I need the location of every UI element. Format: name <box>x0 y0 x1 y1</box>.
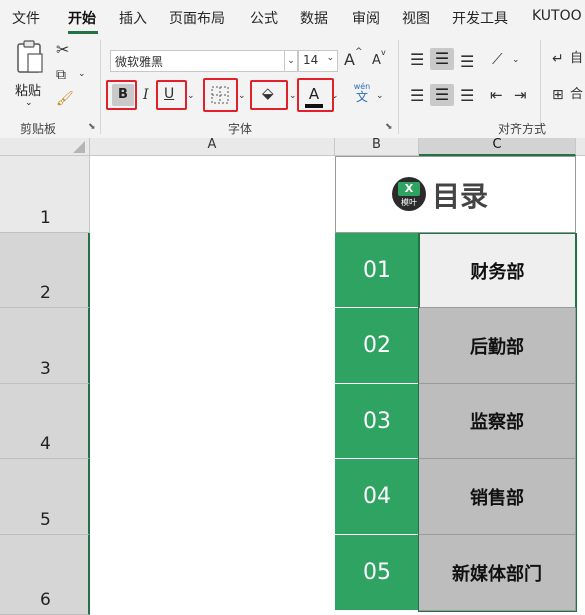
border-dropdown-icon[interactable]: ⌄ <box>238 92 246 101</box>
logo-bottom: 模叶 <box>401 198 417 207</box>
orientation-dropdown-icon[interactable]: ⌄ <box>512 56 520 65</box>
fill-color-highlight <box>250 80 288 110</box>
title-cell[interactable]: X 模叶 目录 <box>335 156 576 233</box>
sheet-title: 目录 <box>432 180 489 213</box>
merge-center-icon[interactable]: ⊞ <box>552 88 564 102</box>
logo-icon: X 模叶 <box>392 177 426 211</box>
align-top-icon[interactable]: ☰ <box>410 52 424 68</box>
menu-home[interactable]: 开始 <box>68 8 96 28</box>
orientation-icon[interactable]: ⟋ <box>492 52 503 67</box>
underline-dropdown-icon[interactable]: ⌄ <box>187 92 195 101</box>
font-name-dropdown-icon[interactable]: ⌄ <box>284 50 298 72</box>
row-number: 4 <box>40 434 51 454</box>
menu-developer[interactable]: 开发工具 <box>452 8 508 28</box>
alignment-group-label: 对齐方式 <box>498 122 547 136</box>
entry-number-cell[interactable]: 04 <box>335 459 419 535</box>
column-header-b[interactable]: B <box>335 138 419 156</box>
paste-label: 粘贴 <box>15 84 42 99</box>
menu-file[interactable]: 文件 <box>12 8 40 28</box>
row-header-1[interactable]: 1 <box>0 156 90 233</box>
font-size-value: 14 <box>303 53 319 67</box>
menu-page-layout[interactable]: 页面布局 <box>169 8 225 28</box>
grow-font-icon[interactable]: A <box>344 52 355 68</box>
menu-view[interactable]: 视图 <box>402 8 430 28</box>
font-name-value: 微软雅黑 <box>115 55 164 69</box>
menu-data[interactable]: 数据 <box>300 8 328 28</box>
align-left-icon[interactable]: ☰ <box>410 88 424 104</box>
font-size-dropdown-icon[interactable]: ⌄ <box>326 53 334 63</box>
column-header-c[interactable]: C <box>419 138 576 156</box>
clipboard-group-label: 剪贴板 <box>20 122 57 136</box>
fill-color-dropdown-icon[interactable]: ⌄ <box>289 92 297 101</box>
align-center-icon: ☰ <box>434 85 450 104</box>
logo-top: X <box>398 182 420 196</box>
copy-dropdown-icon[interactable]: ⌄ <box>78 70 86 79</box>
font-launcher-icon[interactable]: ⬊ <box>385 122 393 132</box>
align-bottom-icon[interactable]: ☰ <box>460 54 474 70</box>
wrap-text-label[interactable]: 自 <box>570 52 583 65</box>
row-number: 5 <box>40 510 51 530</box>
merge-center-label[interactable]: 合 <box>570 88 583 101</box>
decrease-indent-icon[interactable]: ⇤ <box>490 88 503 103</box>
row-header-5[interactable]: 5 <box>0 459 90 535</box>
entry-name-cell[interactable]: 新媒体部门 <box>419 535 576 611</box>
clipboard-icon <box>17 40 43 73</box>
italic-button[interactable]: I <box>143 88 149 102</box>
column-header-d[interactable] <box>576 138 585 156</box>
row-number: 6 <box>40 590 51 610</box>
align-middle-button[interactable]: ☰ <box>430 48 454 70</box>
font-size-box[interactable]: 14 ⌄ <box>298 50 338 72</box>
bold-highlight <box>106 80 137 110</box>
menu-formulas[interactable]: 公式 <box>250 8 278 28</box>
align-middle-icon: ☰ <box>434 49 450 68</box>
shrink-font-caret-icon: v <box>381 48 386 57</box>
ribbon: 粘贴 ⌄ ✂ ⧉ ⌄ 🖌 剪贴板 ⬊ 微软雅黑 ⌄ 14 ⌄ A ^ A v B… <box>0 34 585 139</box>
row-header-2[interactable]: 2 <box>0 233 90 308</box>
entry-name-cell[interactable]: 财务部 <box>419 233 576 308</box>
paste-button[interactable]: 粘贴 ⌄ <box>10 40 50 110</box>
entry-number-cell[interactable]: 05 <box>335 535 419 611</box>
entry-number-cell[interactable]: 03 <box>335 384 419 459</box>
entry-name-cell[interactable]: 销售部 <box>419 459 576 535</box>
row-number: 3 <box>40 359 51 379</box>
format-painter-icon[interactable]: 🖌 <box>56 92 74 106</box>
wrap-text-icon[interactable]: ↵ <box>552 52 564 66</box>
cut-icon[interactable]: ✂ <box>56 42 69 58</box>
font-color-highlight <box>297 78 334 112</box>
entry-name-cell[interactable]: 监察部 <box>419 384 576 459</box>
paste-dropdown-icon[interactable]: ⌄ <box>25 98 33 108</box>
copy-icon[interactable]: ⧉ <box>56 68 66 82</box>
increase-indent-icon[interactable]: ⇥ <box>514 88 527 103</box>
font-name-box[interactable]: 微软雅黑 <box>110 50 286 72</box>
entry-number-cell[interactable]: 01 <box>335 233 419 308</box>
border-highlight <box>203 78 238 112</box>
menu-review[interactable]: 审阅 <box>352 8 380 28</box>
row-header-4[interactable]: 4 <box>0 384 90 459</box>
underline-highlight <box>156 80 187 110</box>
font-group-label: 字体 <box>228 122 253 136</box>
menu-kutoo[interactable]: KUTOO <box>532 8 582 24</box>
menu-bar: 文件 开始 插入 页面布局 公式 数据 审阅 视图 开发工具 KUTOO <box>0 0 585 34</box>
row-header-6[interactable]: 6 <box>0 535 90 615</box>
entry-number-cell[interactable]: 02 <box>335 308 419 384</box>
entry-name-cell[interactable]: 后勤部 <box>419 308 576 384</box>
column-header-a[interactable]: A <box>90 138 335 156</box>
row-number: 1 <box>40 208 51 228</box>
grow-font-caret-icon: ^ <box>355 47 363 57</box>
phonetic-button[interactable]: wén 文 <box>350 82 374 110</box>
separator <box>100 40 101 134</box>
phonetic-bottom: 文 <box>355 90 368 104</box>
clipboard-launcher-icon[interactable]: ⬊ <box>88 122 96 132</box>
select-all-corner[interactable] <box>0 138 90 156</box>
select-all-triangle-icon <box>73 141 85 153</box>
shrink-font-icon[interactable]: A <box>372 54 381 67</box>
menu-insert[interactable]: 插入 <box>119 8 147 28</box>
align-center-button[interactable]: ☰ <box>430 84 454 106</box>
phonetic-dropdown-icon[interactable]: ⌄ <box>376 92 384 101</box>
align-right-icon[interactable]: ☰ <box>460 88 474 104</box>
row-header-3[interactable]: 3 <box>0 308 90 384</box>
separator <box>398 40 399 134</box>
row-number: 2 <box>40 283 51 303</box>
